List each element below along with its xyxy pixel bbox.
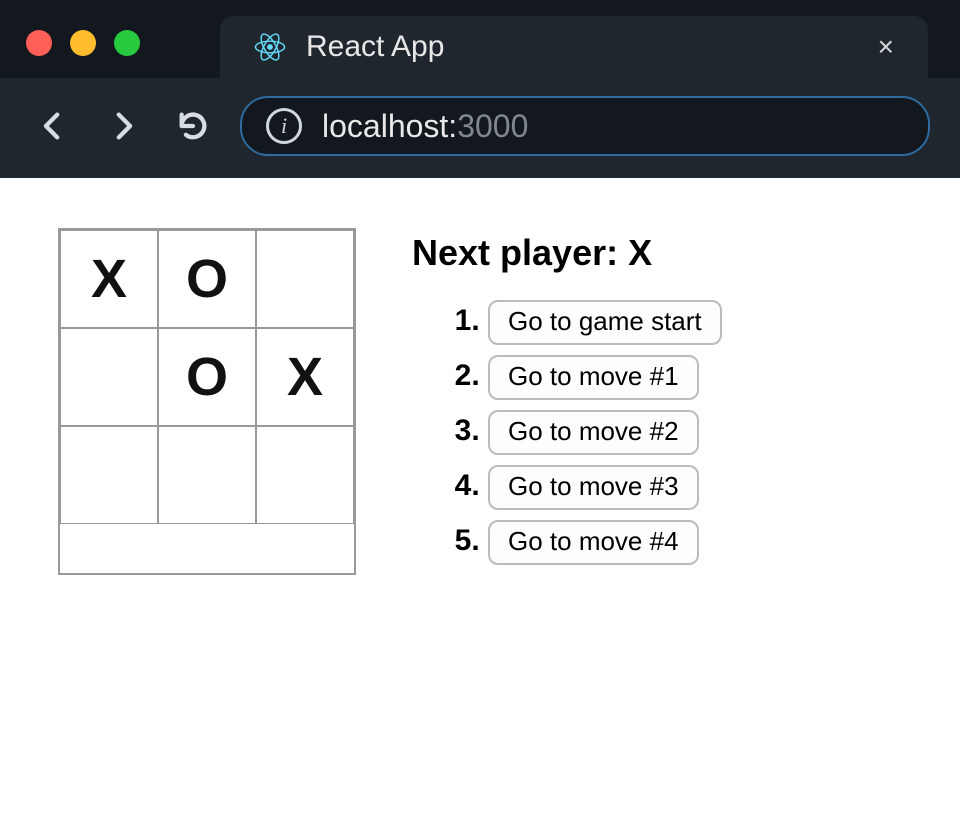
board-cell-0[interactable]: X [60, 230, 158, 328]
goto-move-button[interactable]: Go to move #3 [488, 465, 699, 510]
move-history-item: Go to move #4 [488, 520, 722, 565]
back-button[interactable] [30, 103, 76, 149]
goto-move-button[interactable]: Go to move #1 [488, 355, 699, 400]
tab-strip: React App × [0, 0, 960, 78]
board-cell-6[interactable] [60, 426, 158, 524]
move-history-item: Go to move #2 [488, 410, 722, 455]
url-host: localhost: [322, 108, 457, 144]
board-cell-3[interactable] [60, 328, 158, 426]
move-history-item: Go to move #1 [488, 355, 722, 400]
site-info-icon[interactable]: i [266, 108, 302, 144]
board-cell-2[interactable] [256, 230, 354, 328]
board-cell-8[interactable] [256, 426, 354, 524]
move-history-item: Go to game start [488, 300, 722, 345]
minimize-window-button[interactable] [70, 30, 96, 56]
maximize-window-button[interactable] [114, 30, 140, 56]
tab-title: React App [306, 30, 858, 64]
goto-move-button[interactable]: Go to move #4 [488, 520, 699, 565]
move-history-list: Go to game start Go to move #1 Go to mov… [412, 300, 722, 565]
window-controls [26, 30, 140, 56]
browser-toolbar: i localhost:3000 [0, 78, 960, 178]
close-window-button[interactable] [26, 30, 52, 56]
board-cell-4[interactable]: O [158, 328, 256, 426]
game-status: Next player: X [412, 232, 722, 274]
url-text: localhost:3000 [322, 108, 528, 145]
tic-tac-toe-board: X O O X [58, 228, 356, 575]
goto-move-button[interactable]: Go to game start [488, 300, 722, 345]
browser-tab[interactable]: React App × [220, 16, 928, 78]
address-bar[interactable]: i localhost:3000 [240, 96, 930, 156]
url-port: 3000 [457, 108, 528, 144]
close-tab-icon[interactable]: × [878, 31, 894, 63]
react-logo-icon [254, 31, 286, 63]
game-info: Next player: X Go to game start Go to mo… [412, 228, 722, 575]
board-cell-1[interactable]: O [158, 230, 256, 328]
move-history-item: Go to move #3 [488, 465, 722, 510]
goto-move-button[interactable]: Go to move #2 [488, 410, 699, 455]
board-cell-5[interactable]: X [256, 328, 354, 426]
page-content: X O O X Next player: X Go to game start … [0, 178, 960, 625]
browser-chrome: React App × i localhost:3000 [0, 0, 960, 178]
reload-button[interactable] [170, 103, 216, 149]
forward-button[interactable] [100, 103, 146, 149]
board-cell-7[interactable] [158, 426, 256, 524]
